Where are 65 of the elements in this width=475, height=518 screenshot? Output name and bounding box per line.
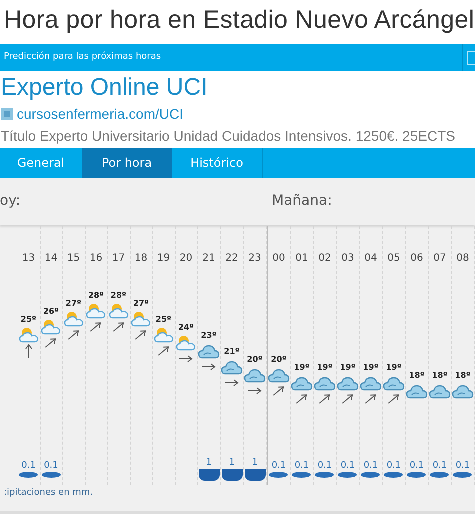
- temperature: 18º: [409, 371, 425, 381]
- precipitation-value: 0.1: [456, 460, 470, 472]
- day-label: oy:: [0, 192, 22, 211]
- temperature: 26º: [43, 307, 60, 317]
- hour-label: 20: [180, 253, 193, 265]
- precipitation-value: 0.1: [294, 460, 310, 472]
- precipitation-value: 0.1: [432, 460, 448, 472]
- precipitation-value: 0.1: [44, 460, 58, 472]
- precipitation-note: :ipitaciones en mm.: [3, 487, 94, 500]
- temperature: 20º: [247, 355, 263, 365]
- hour-label: 05: [388, 253, 400, 265]
- box-icon: [467, 50, 475, 64]
- precipitation-value: 0.1: [386, 460, 402, 472]
- temperature: 19º: [340, 363, 356, 373]
- hour-label: 17: [112, 253, 126, 265]
- temperature: 25º: [156, 315, 172, 325]
- temperature: 27º: [133, 299, 150, 309]
- hour-label: 23: [248, 253, 262, 265]
- ad-headline[interactable]: Experto Online UCI: [0, 73, 475, 103]
- temperature: 25º: [20, 315, 37, 325]
- hour-label: 14: [44, 253, 58, 265]
- day-label: Mañana:: [272, 192, 332, 211]
- temperature: 20º: [271, 355, 287, 365]
- temperature: 19º: [363, 363, 379, 373]
- precipitation-value: 0.1: [340, 460, 356, 472]
- temperature: 27º: [66, 299, 82, 309]
- precipitation-value: 1: [206, 457, 212, 469]
- ad-link[interactable]: cursosenfermeria.com/UCI: [17, 104, 184, 124]
- precipitation-value: 0.1: [410, 460, 424, 472]
- page-title: Hora por hora en Estadio Nuevo Arcángel: [3, 5, 475, 36]
- hour-label: 07: [434, 253, 446, 265]
- hour-label: 19: [157, 253, 170, 265]
- temperature: 19º: [294, 363, 310, 373]
- hour-label: 16: [90, 253, 103, 265]
- temperature: 23º: [201, 331, 217, 341]
- hour-label: 04: [364, 253, 378, 265]
- hour-label: 13: [22, 253, 36, 265]
- hour-label: 21: [202, 253, 216, 265]
- precipitation-value: 1: [229, 457, 235, 469]
- temperature: 18º: [432, 371, 448, 381]
- precipitation-value: 0.1: [318, 460, 332, 472]
- hour-label: 00: [272, 253, 286, 265]
- ad-icon: [1, 108, 13, 120]
- hour-label: 06: [410, 253, 424, 265]
- hour-label: 08: [456, 253, 470, 265]
- temperature: 18º: [455, 371, 471, 381]
- temperature: 24º: [178, 323, 194, 333]
- hour-label: 22: [226, 253, 238, 265]
- banner-text: Predicción para las próximas horas: [3, 50, 162, 64]
- hour-label: 02: [318, 253, 332, 265]
- ad-description: Título Experto Universitario Unidad Cuidados Intensivos. 1250€. 25ECTS: [0, 127, 456, 146]
- precipitation-value: 0.1: [22, 460, 36, 472]
- temperature: 28º: [88, 291, 104, 301]
- tab[interactable]: Por hora: [82, 148, 172, 178]
- hour-label: 03: [342, 253, 354, 265]
- hour-label: 18: [134, 253, 148, 265]
- hour-label: 15: [67, 253, 80, 265]
- temperature: 19º: [317, 363, 333, 373]
- precipitation-value: 0.1: [364, 460, 378, 472]
- temperature: 28º: [110, 291, 127, 301]
- precipitation-value: 1: [252, 457, 258, 469]
- precipitation-value: 0.1: [272, 460, 286, 472]
- temperature: 19º: [386, 363, 402, 373]
- hour-label: 01: [296, 253, 308, 265]
- temperature: 21º: [224, 347, 240, 357]
